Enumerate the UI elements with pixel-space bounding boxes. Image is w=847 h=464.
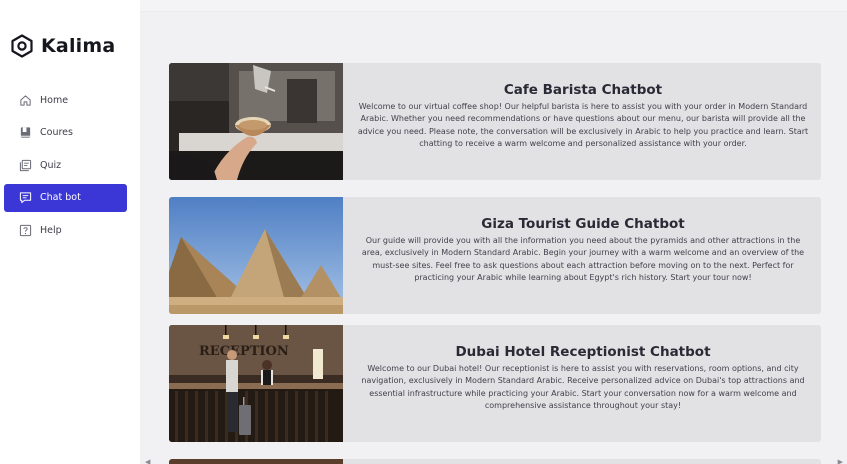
sidebar-item-label: Coures [40, 127, 73, 138]
sidebar-item-home[interactable]: Home [4, 86, 127, 114]
sidebar-item-label: Home [40, 94, 69, 106]
sidebar-item-courses[interactable]: Coures [4, 119, 127, 147]
scroll-left-arrow-icon[interactable]: ◀ [145, 458, 150, 464]
sidebar-item-quiz[interactable]: Quiz [4, 151, 127, 179]
chatbot-title: Cafe Barista Chatbot [503, 82, 663, 98]
chatbot-title: Dubai Hotel Receptionist Chatbot [455, 344, 711, 360]
reception-illustration: RECEPTION [169, 325, 343, 442]
pyramids-illustration [169, 197, 343, 314]
sidebar-item-label: Help [40, 224, 62, 236]
chatbot-card-partial[interactable] [169, 459, 821, 464]
chatbot-list: Cafe Barista Chatbot Welcome to our virt… [140, 11, 847, 464]
chatbot-description: Our guide will provide you with all the … [361, 236, 805, 282]
chatbot-card-body: Cafe Barista Chatbot Welcome to our virt… [343, 63, 821, 180]
sidebar-item-label: Quiz [40, 159, 62, 171]
hotel-reception-image: RECEPTION [169, 325, 343, 442]
sidebar-nav: Home Coures Quiz Chat bot Help [4, 86, 127, 249]
chat-icon [18, 191, 32, 205]
app-name: Kalima [41, 35, 116, 57]
chatbot-card-body: Giza Tourist Guide Chatbot Our guide wil… [343, 197, 821, 314]
help-icon [18, 223, 32, 237]
sidebar-item-label: Chat bot [40, 192, 81, 203]
barista-image [169, 63, 343, 180]
chatbot-card-giza-tourist-guide[interactable]: Giza Tourist Guide Chatbot Our guide wil… [169, 197, 821, 314]
sidebar-item-chat-bot[interactable]: Chat bot [4, 183, 127, 212]
home-icon [18, 93, 32, 107]
scroll-right-arrow-icon[interactable]: ▶ [838, 458, 843, 464]
sidebar: Kalima Home Coures Quiz Chat bot Help [0, 0, 140, 464]
quiz-icon [18, 158, 32, 172]
book-icon [18, 126, 32, 140]
barista-illustration [169, 63, 343, 180]
chatbot-description: Welcome to our virtual coffee shop! Our … [357, 102, 809, 148]
sidebar-item-help[interactable]: Help [4, 216, 127, 244]
pyramids-image [169, 197, 343, 314]
chatbot-card-dubai-hotel-receptionist[interactable]: RECEPTION Dubai Hotel Receptionist Chatb… [169, 325, 821, 442]
chatbot-title: Giza Tourist Guide Chatbot [481, 216, 685, 232]
partial-card-image [169, 459, 343, 464]
reception-sign: RECEPTION [199, 344, 289, 359]
chatbot-description: Welcome to our Dubai hotel! Our receptio… [361, 364, 805, 410]
hexagon-logo-icon [11, 34, 33, 58]
chatbot-card-cafe-barista[interactable]: Cafe Barista Chatbot Welcome to our virt… [169, 63, 821, 180]
app-logo[interactable]: Kalima [10, 34, 115, 58]
chatbot-card-body: Dubai Hotel Receptionist Chatbot Welcome… [343, 325, 821, 442]
